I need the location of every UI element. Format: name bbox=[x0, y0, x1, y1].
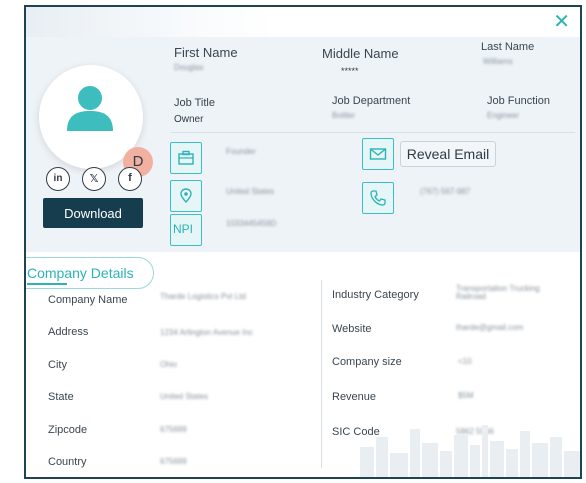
company-size-label: Company size bbox=[332, 356, 402, 368]
download-button[interactable]: Download bbox=[43, 198, 143, 228]
briefcase-icon bbox=[170, 142, 202, 174]
npi-value: 1033445459D bbox=[226, 219, 277, 228]
state-value: United States bbox=[160, 392, 209, 401]
revenue-value: $5M bbox=[458, 391, 474, 400]
industry-category-label: Industry Category bbox=[332, 289, 419, 301]
job-function-label: Job Function bbox=[487, 95, 550, 107]
job-title-label: Job Title bbox=[174, 97, 215, 109]
social-links: in 𝕏 f bbox=[46, 167, 146, 193]
person-icon bbox=[67, 86, 113, 131]
tab-underline bbox=[27, 283, 67, 285]
job-function-value: Engineer bbox=[487, 111, 520, 120]
first-name-label: First Name bbox=[174, 45, 238, 60]
company-name-value: Tharde Logistics Pvt Ltd bbox=[160, 292, 246, 301]
profile-panel: D in 𝕏 f Download First Name Douglas Mid… bbox=[26, 37, 580, 252]
city-value: Ohio bbox=[160, 360, 177, 369]
company-details-title: Company Details bbox=[27, 265, 134, 281]
state-label: State bbox=[48, 391, 74, 403]
facebook-icon[interactable]: f bbox=[118, 167, 142, 191]
linkedin-icon[interactable]: in bbox=[46, 167, 70, 191]
contact-detail-card: ✕ D in 𝕏 f Download First Name Douglas M… bbox=[24, 5, 582, 479]
email-icon bbox=[362, 138, 394, 170]
location-pin-icon bbox=[170, 180, 202, 212]
country-value: 675699 bbox=[160, 457, 187, 466]
npi-label: NPI bbox=[173, 222, 194, 236]
revenue-label: Revenue bbox=[332, 391, 377, 403]
city-skyline-decoration bbox=[360, 425, 580, 477]
dialog-title-bar: ✕ bbox=[26, 7, 580, 37]
job-title-value: Owner bbox=[174, 114, 204, 125]
address-value: 1234 Arlington Avenue Inc bbox=[160, 328, 253, 337]
role-value: Founder bbox=[226, 147, 256, 156]
company-size-value: <10 bbox=[458, 357, 472, 366]
middle-name-value: ***** bbox=[341, 66, 359, 76]
company-name-label: Company Name bbox=[48, 294, 128, 306]
column-divider bbox=[321, 280, 322, 468]
industry-category-value: Transportation Trucking Railroad bbox=[456, 284, 540, 301]
npi-icon: NPI bbox=[170, 214, 202, 246]
profile-divider bbox=[171, 132, 575, 133]
job-department-value: Bottler bbox=[332, 111, 356, 120]
address-label: Address bbox=[48, 326, 89, 338]
job-department-label: Job Department bbox=[332, 95, 411, 107]
last-name-value: Williams bbox=[483, 57, 513, 66]
company-details-tab[interactable]: Company Details bbox=[26, 257, 154, 289]
reveal-email-button[interactable]: Reveal Email bbox=[400, 141, 496, 167]
close-icon[interactable]: ✕ bbox=[553, 10, 570, 32]
first-name-value: Douglas bbox=[174, 63, 204, 72]
phone-value: (767) 567-987 bbox=[420, 187, 471, 196]
zipcode-value: 675699 bbox=[160, 425, 187, 434]
website-label: Website bbox=[332, 323, 372, 335]
phone-icon bbox=[362, 182, 394, 214]
last-name-label: Last Name bbox=[481, 41, 535, 53]
x-icon[interactable]: 𝕏 bbox=[82, 167, 106, 191]
website-value: tharde@gmail.com bbox=[456, 323, 524, 332]
location-value: United States bbox=[226, 187, 275, 196]
avatar: D bbox=[39, 65, 153, 177]
city-label: City bbox=[48, 359, 67, 371]
zipcode-label: Zipcode bbox=[48, 424, 88, 436]
middle-name-label: Middle Name bbox=[322, 46, 399, 61]
country-label: Country bbox=[48, 456, 87, 468]
